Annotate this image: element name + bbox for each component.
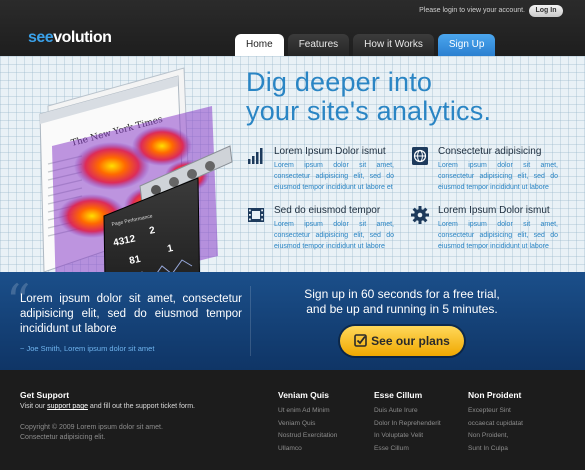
band-divider (250, 286, 251, 356)
checkbox-icon (354, 334, 367, 347)
logo-part1: see (28, 29, 54, 46)
see-plans-label: See our plans (371, 334, 450, 348)
feature-1-title: Lorem Ipsum Dolor ismut (274, 146, 386, 157)
globe-document-icon (412, 147, 428, 165)
feature-4-title: Lorem Ipsum Dolor ismut (438, 205, 550, 216)
footer-link[interactable]: Dolor In Reprehenderit (374, 420, 441, 433)
tab-home[interactable]: Home (235, 34, 284, 56)
footer-link[interactable]: Ullamco (278, 445, 337, 458)
feature-3: Sed do eiusmod tempor Lorem ipsum dolor … (246, 205, 406, 255)
tab-how-it-works[interactable]: How it Works (353, 34, 434, 56)
hero-title-line1: Dig deeper into (246, 67, 433, 97)
feature-1-text: Lorem ipsum dolor sit amet, consectetur … (274, 162, 394, 191)
copyright-line2: Consectetur adipisicing elit. (20, 434, 106, 441)
footer-column-heading: Veniam Quis (278, 390, 330, 400)
footer-link[interactable]: Veniam Quis (278, 420, 337, 433)
footer-link[interactable]: In Voluptate Velit (374, 432, 441, 445)
footer-column-2: Esse Cillum Duis Aute Irure Dolor In Rep… (374, 390, 441, 457)
analytics-mockup-illustration: The New York Times Page Performance 4312… (39, 67, 233, 272)
login-button[interactable]: Log In (529, 5, 563, 17)
bar-chart-icon (248, 148, 263, 164)
feature-3-title: Sed do eiusmod tempor (274, 205, 381, 216)
cta-line2: and be up and running in 5 minutes. (306, 302, 498, 316)
see-plans-button[interactable]: See our plans (340, 326, 464, 356)
footer-link[interactable]: Esse Cillum (374, 445, 441, 458)
copyright: Copyright © 2009 Lorem ipsum dolor sit a… (20, 423, 163, 443)
hero-title: Dig deeper into your site's analytics. (246, 68, 491, 126)
feature-2-text: Lorem ipsum dolor sit amet, consectetur … (438, 162, 558, 191)
support-text-after: and fill out the support ticket form. (87, 403, 195, 410)
tab-features[interactable]: Features (287, 34, 350, 56)
support-heading: Get Support (20, 390, 70, 400)
hero-section: The New York Times Page Performance 4312… (0, 56, 585, 272)
footer-link[interactable]: Duis Aute Irure (374, 407, 441, 420)
cta-text: Sign up in 60 seconds for a free trial, … (262, 287, 542, 317)
cta-line1: Sign up in 60 seconds for a free trial, (304, 287, 500, 301)
footer-link[interactable]: Ut enim Ad Minim (278, 407, 337, 420)
testimonial-quote: Lorem ipsum dolor sit amet, consectetur … (20, 293, 242, 335)
feature-4-text: Lorem ipsum dolor sit amet, consectetur … (438, 221, 558, 250)
feature-1: Lorem Ipsum Dolor ismut Lorem ipsum dolo… (246, 146, 406, 196)
logo[interactable]: seevolution (28, 29, 112, 47)
main-nav: Home Features How it Works Sign Up (235, 34, 496, 56)
hero-title-line2: your site's analytics. (246, 96, 492, 126)
footer-column-heading: Non Proident (468, 390, 522, 400)
testimonial-author: ~ Joe Smith, Lorem ipsum dolor sit amet (20, 344, 155, 353)
film-strip-icon (248, 208, 264, 222)
footer-link[interactable]: Nostrud Exercitation (278, 432, 337, 445)
footer-link[interactable]: occaecat cupidatat (468, 420, 523, 433)
footer-link[interactable]: Excepteur Sint (468, 407, 523, 420)
footer-link[interactable]: Non Proident, (468, 432, 523, 445)
site-header: Please login to view your account. Log I… (0, 0, 585, 56)
support-page-link[interactable]: support page (47, 403, 88, 410)
support-text-before: Visit our (20, 403, 48, 410)
login-prompt: Please login to view your account. (419, 7, 525, 14)
footer-column-heading: Esse Cillum (374, 390, 423, 400)
feature-2-title: Consectetur adipisicing (438, 146, 542, 157)
footer-link[interactable]: Sunt In Culpa (468, 445, 523, 458)
tab-sign-up[interactable]: Sign Up (437, 34, 496, 56)
logo-part2: volution (53, 29, 112, 46)
footer-column-1: Veniam Quis Ut enim Ad Minim Veniam Quis… (278, 390, 337, 457)
feature-3-text: Lorem ipsum dolor sit amet, consectetur … (274, 221, 394, 250)
site-footer: Get Support Visit our support page and f… (0, 370, 585, 470)
footer-column-3: Non Proident Excepteur Sint occaecat cup… (468, 390, 523, 457)
copyright-line1: Copyright © 2009 Lorem ipsum dolor sit a… (20, 424, 163, 431)
feature-4: Lorem Ipsum Dolor ismut Lorem ipsum dolo… (410, 205, 570, 255)
support-text: Visit our support page and fill out the … (20, 403, 195, 410)
testimonial-cta-band: “ Lorem ipsum dolor sit amet, consectetu… (0, 272, 585, 370)
feature-2: Consectetur adipisicing Lorem ipsum dolo… (410, 146, 570, 196)
gear-icon (411, 206, 429, 224)
